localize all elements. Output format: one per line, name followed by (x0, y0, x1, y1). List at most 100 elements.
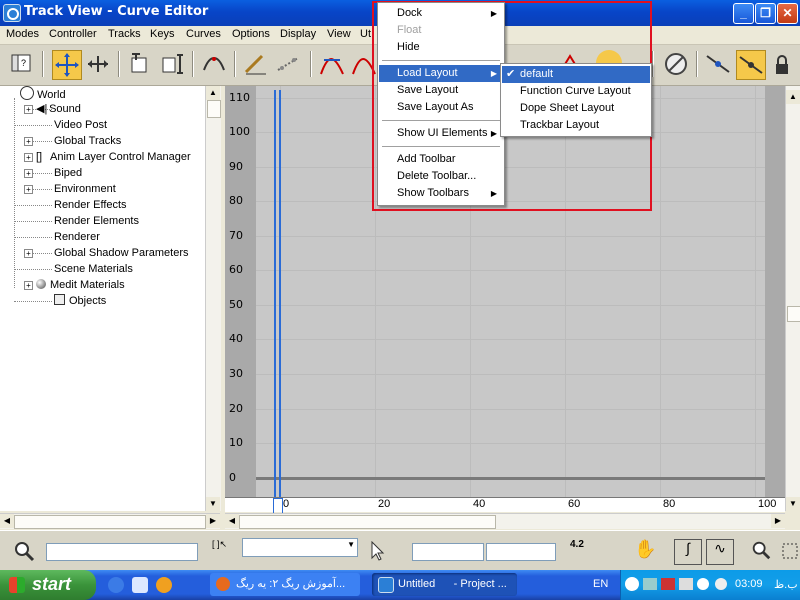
scroll-thumb[interactable] (239, 515, 496, 529)
zoom-horizontal-extents-icon[interactable]: ∫ (674, 539, 702, 565)
graph-horizontal-scrollbar[interactable]: ◀ ▶ (225, 513, 785, 529)
tree-item-biped[interactable]: Biped (54, 165, 82, 181)
pan-hand-icon[interactable]: ✋ (634, 539, 656, 563)
value-field[interactable] (486, 543, 556, 561)
selection-name-field[interactable] (46, 543, 198, 561)
show-keys-icon[interactable] (736, 50, 766, 80)
taskbar-item-firefox[interactable]: آموزش ریگ ۲: یه ریگ... (210, 573, 360, 596)
tree-item-world[interactable]: World (20, 86, 66, 102)
scroll-right-icon[interactable]: ▶ (206, 514, 220, 528)
menu-modes[interactable]: Modes (6, 28, 39, 40)
menu-display[interactable]: Display (280, 28, 316, 40)
network-icon[interactable] (643, 578, 657, 590)
scroll-right-icon[interactable]: ▶ (771, 514, 785, 528)
submenu-item-function-curve-layout[interactable]: Function Curve Layout (502, 83, 650, 100)
show-tangents-icon[interactable] (704, 50, 732, 78)
zoom-value-extents-icon[interactable]: ∿ (706, 539, 734, 565)
tree-item-sound[interactable]: ◀| Sound (36, 101, 81, 117)
tree-horizontal-scrollbar[interactable]: ◀ ▶ (0, 513, 220, 529)
maximize-button[interactable]: ❐ (755, 3, 776, 24)
language-indicator[interactable]: EN (593, 578, 608, 590)
expand-icon[interactable]: + (24, 153, 33, 162)
scale-values-icon[interactable] (158, 50, 186, 78)
scale-keys-icon[interactable] (126, 50, 154, 78)
time-marker[interactable] (273, 498, 283, 514)
lock-selection-icon[interactable] (768, 50, 796, 78)
submenu-item-trackbar-layout[interactable]: Trackbar Layout (502, 117, 650, 134)
volume-icon[interactable] (697, 578, 709, 590)
media-player-icon[interactable] (156, 577, 172, 593)
chevron-down-icon[interactable]: ▼ (347, 540, 355, 549)
scroll-thumb[interactable] (14, 515, 206, 529)
menu-keys[interactable]: Keys (150, 28, 174, 40)
tree-item-environment[interactable]: Environment (54, 181, 116, 197)
graph-vertical-scrollbar[interactable]: ▲ ▼ (785, 86, 800, 511)
tree-item-renderer[interactable]: Renderer (54, 229, 100, 245)
filters-icon[interactable]: ? (8, 50, 36, 78)
time-slider-line[interactable] (279, 90, 281, 497)
menu-item-add-toolbar[interactable]: Add Toolbar (379, 151, 503, 168)
time-slider-line[interactable] (274, 90, 276, 497)
scroll-down-icon[interactable]: ▼ (786, 497, 800, 511)
no-icon[interactable] (662, 50, 690, 78)
time-ruler[interactable]: 0 20 40 60 80 100 (225, 497, 785, 514)
scroll-down-icon[interactable]: ▼ (206, 497, 220, 511)
pointer-icon[interactable] (370, 540, 386, 561)
menu-item-load-layout[interactable]: Load Layout ▶ (379, 65, 503, 82)
menu-item-show-toolbars[interactable]: Show Toolbars ▶ (379, 185, 503, 202)
submenu-item-default[interactable]: ✔ default (502, 66, 650, 83)
scroll-thumb[interactable] (207, 100, 221, 118)
menu-curves[interactable]: Curves (186, 28, 221, 40)
menu-item-show-ui-elements[interactable]: Show UI Elements ▶ (379, 125, 503, 142)
edit-field-dropdown[interactable]: ▼ (242, 538, 358, 557)
app-icon[interactable] (3, 4, 21, 22)
tree-item-render-effects[interactable]: Render Effects (54, 197, 127, 213)
menu-item-hide[interactable]: Hide (379, 39, 503, 56)
clock[interactable]: 03:09 (735, 578, 763, 590)
tangent-auto-icon[interactable] (318, 50, 346, 78)
menu-utilities[interactable]: Ut (360, 28, 371, 40)
messenger-icon[interactable] (715, 578, 727, 590)
select-by-name-icon[interactable]: [ ]↖ (212, 539, 238, 563)
menu-options[interactable]: Options (232, 28, 270, 40)
tree-item-global-shadow[interactable]: Global Shadow Parameters (54, 245, 189, 261)
draw-curves-icon[interactable] (242, 50, 270, 78)
menu-item-save-layout-as[interactable]: Save Layout As (379, 99, 503, 116)
tree-item-render-elements[interactable]: Render Elements (54, 213, 139, 229)
move-keys-icon[interactable] (52, 50, 82, 80)
expand-icon[interactable]: + (24, 281, 33, 290)
slide-keys-icon[interactable] (84, 50, 112, 78)
tree-item-anim-layer[interactable]: [] Anim Layer Control Manager (36, 149, 191, 165)
tree-item-global-tracks[interactable]: Global Tracks (54, 133, 121, 149)
tree-item-video-post[interactable]: Video Post (54, 117, 107, 133)
start-button[interactable]: start (0, 570, 96, 600)
scroll-thumb[interactable] (787, 306, 800, 322)
show-desktop-icon[interactable] (108, 577, 124, 593)
tree-item-objects[interactable]: Objects (54, 293, 106, 309)
tree-item-scene-materials[interactable]: Scene Materials (54, 261, 133, 277)
menu-tracks[interactable]: Tracks (108, 28, 141, 40)
frame-field[interactable] (412, 543, 484, 561)
tree-vertical-scrollbar[interactable]: ▲ ▼ (205, 86, 221, 511)
menu-controller[interactable]: Controller (49, 28, 97, 40)
menu-view[interactable]: View (327, 28, 351, 40)
close-button[interactable]: ✕ (777, 3, 798, 24)
scroll-up-icon[interactable]: ▲ (786, 90, 800, 104)
scroll-up-icon[interactable]: ▲ (206, 86, 220, 100)
browser-icon[interactable] (132, 577, 148, 593)
ati-icon[interactable] (679, 578, 693, 590)
zoom-icon[interactable] (750, 539, 772, 563)
menu-item-dock[interactable]: Dock ▶ (379, 5, 503, 22)
add-keys-icon[interactable] (200, 50, 228, 78)
scroll-left-icon[interactable]: ◀ (0, 514, 14, 528)
minimize-button[interactable]: _ (733, 3, 754, 24)
zoom-region-icon[interactable] (780, 539, 800, 563)
submenu-item-dope-sheet-layout[interactable]: Dope Sheet Layout (502, 100, 650, 117)
tree-item-medit-materials[interactable]: Medit Materials (36, 277, 125, 293)
tray-arrow-icon[interactable] (625, 577, 639, 591)
zoom-selected-icon[interactable] (12, 539, 36, 563)
reduce-keys-icon[interactable] (274, 50, 302, 78)
menu-item-delete-toolbar[interactable]: Delete Toolbar... (379, 168, 503, 185)
scroll-left-icon[interactable]: ◀ (225, 514, 239, 528)
menu-item-save-layout[interactable]: Save Layout (379, 82, 503, 99)
